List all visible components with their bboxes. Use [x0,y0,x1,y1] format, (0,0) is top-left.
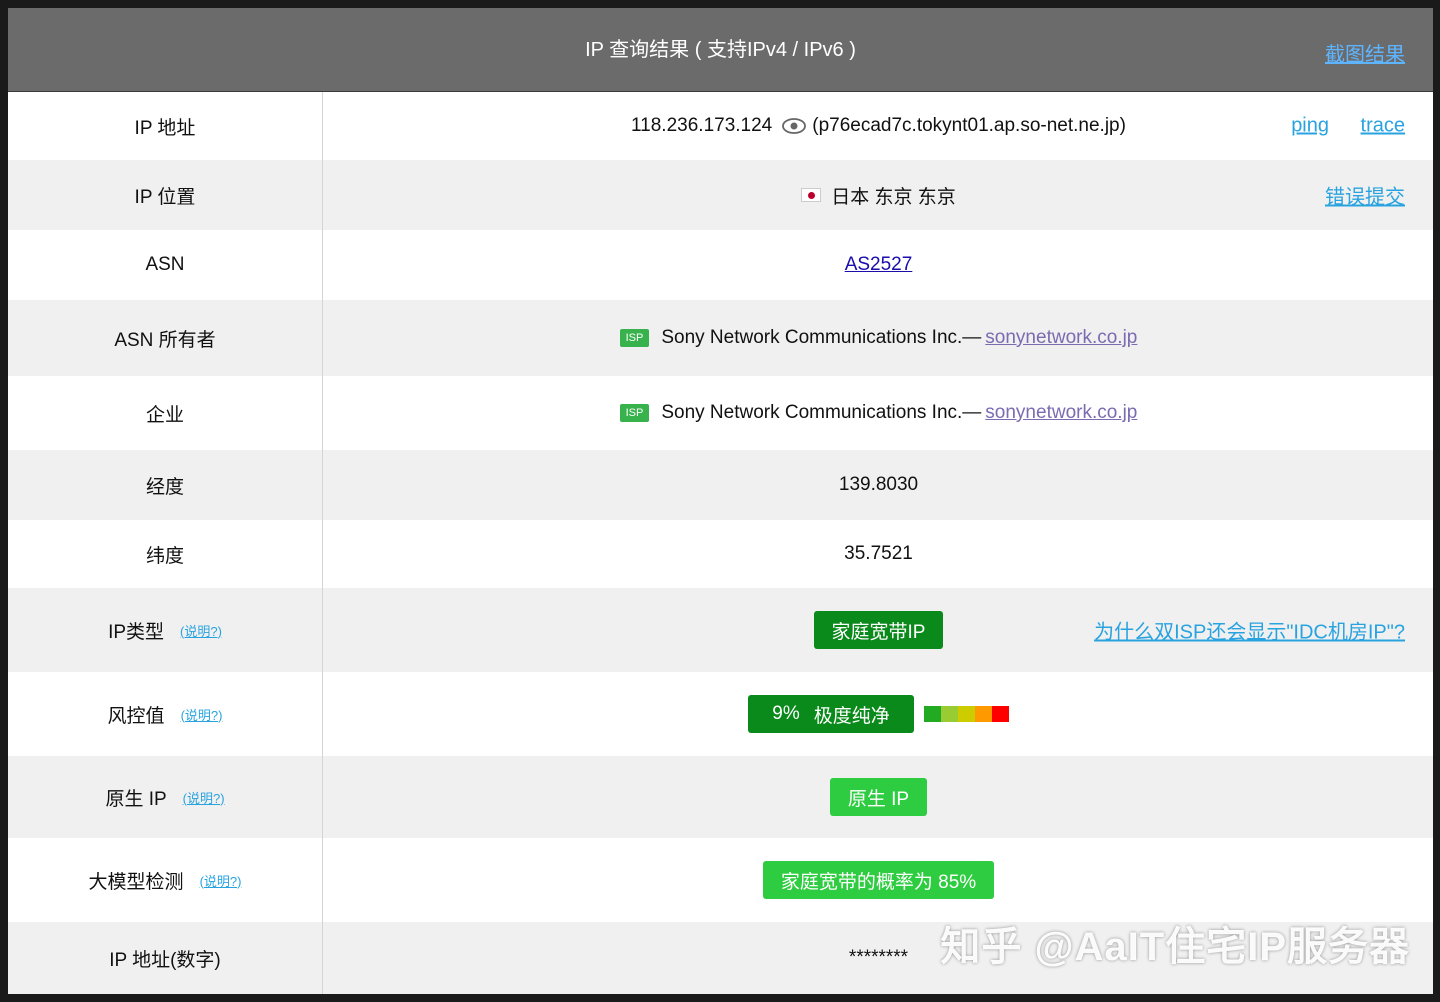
row-value-asn: AS2527 [324,230,1433,300]
row-value-company: ISP Sony Network Communications Inc.— so… [324,376,1433,450]
risk-scale-segment [924,706,941,722]
row-value-location: 日本 东京 东京 [324,160,1433,230]
risk-label: 风控值 [107,705,165,727]
company-domain-link[interactable]: sonynetwork.co.jp [985,402,1137,424]
native-explain-link[interactable]: (说明?) [183,788,225,807]
eye-icon[interactable] [782,118,807,134]
table-row-longitude: 经度 139.8030 [8,450,1433,520]
table-row-native: 原生 IP (说明?) 原生 IP [8,756,1433,838]
risk-scale-segment [975,706,992,722]
risk-percent: 9% [772,703,800,724]
risk-explain-link[interactable]: (说明?) [181,705,223,724]
ai-detect-explain-link[interactable]: (说明?) [200,871,242,890]
japan-flag-icon [801,188,822,202]
risk-level: 极度纯净 [813,705,890,727]
table-row-asn-owner: ASN 所有者 ISP Sony Network Communications … [8,300,1433,376]
row-value-ip: 118.236.173.124 (p76ecad7c.tokynt01.ap.s… [324,92,1433,160]
ip-result-panel: IP 查询结果 ( 支持IPv4 / IPv6 ) 截图结果 IP 地址 118… [8,8,1433,994]
page-title: IP 查询结果 ( 支持IPv4 / IPv6 ) [585,39,856,61]
longitude-value: 139.8030 [838,474,919,495]
latitude-value: 35.7521 [844,543,913,564]
row-value-asn-owner: ISP Sony Network Communications Inc.— so… [324,300,1433,376]
row-label-ip: IP 地址 [8,92,323,160]
isp-badge: ISP [619,404,650,422]
table-row-company: 企业 ISP Sony Network Communications Inc.—… [8,376,1433,450]
ip-type-badge: 家庭宽带IP [813,611,944,649]
risk-scale-segment [958,706,975,722]
ping-link[interactable]: ping [1291,115,1329,138]
table-row-latitude: 纬度 35.7521 [8,520,1433,588]
row-label-company: 企业 [8,376,323,450]
isp-badge: ISP [619,329,650,347]
row-label-longitude: 经度 [8,450,323,520]
row-label-asn-owner: ASN 所有者 [8,300,323,376]
table-row-location: IP 位置 日本 东京 东京 错误提交 [8,160,1433,230]
row-value-risk: 9% 极度纯净 [324,672,1433,756]
ip-type-label: IP类型 [108,621,165,643]
table-row-ai-detect: 大模型检测 (说明?) 家庭宽带的概率为 85% [8,838,1433,922]
native-ip-badge: 原生 IP [829,778,928,816]
ip-type-explain-link[interactable]: (说明?) [180,621,222,640]
row-label-native: 原生 IP (说明?) [8,756,323,838]
screenshot-link[interactable]: 截图结果 [1325,38,1405,67]
table-row-ip: IP 地址 118.236.173.124 (p76ecad7c.tokynt0… [8,92,1433,160]
ip-hostname: (p76ecad7c.tokynt01.ap.so-net.ne.jp) [812,115,1126,136]
row-label-location: IP 位置 [8,160,323,230]
row-value-native: 原生 IP [324,756,1433,838]
risk-scale-segment [941,706,958,722]
company-name: Sony Network Communications Inc.— [661,402,982,423]
ai-detect-badge: 家庭宽带的概率为 85% [762,861,995,899]
header-bar: IP 查询结果 ( 支持IPv4 / IPv6 ) 截图结果 [8,8,1433,92]
row-label-latitude: 纬度 [8,520,323,588]
table-row-asn: ASN AS2527 [8,230,1433,300]
location-text: 日本 东京 东京 [831,186,956,208]
zhihu-watermark: 知乎 @AaIT住宅IP服务器 [940,925,1410,969]
row-value-ai-detect: 家庭宽带的概率为 85% [324,838,1433,922]
row-label-ip-type: IP类型 (说明?) [8,588,323,672]
table-row-risk: 风控值 (说明?) 9% 极度纯净 [8,672,1433,756]
dual-isp-faq-link[interactable]: 为什么双ISP还会显示"IDC机房IP"? [1094,616,1405,645]
asn-owner-domain-link[interactable]: sonynetwork.co.jp [985,327,1137,349]
risk-score-badge: 9% 极度纯净 [748,695,914,733]
ai-detect-label: 大模型检测 [88,871,184,893]
row-label-asn: ASN [8,230,323,300]
asn-link[interactable]: AS2527 [845,254,913,276]
row-label-ai-detect: 大模型检测 (说明?) [8,838,323,922]
table-row-ip-type: IP类型 (说明?) 家庭宽带IP 为什么双ISP还会显示"IDC机房IP"? [8,588,1433,672]
report-error-link[interactable]: 错误提交 [1325,181,1405,210]
row-label-ip-numeric: IP 地址(数字) [8,922,323,994]
asn-owner-name: Sony Network Communications Inc.— [661,327,982,348]
native-label: 原生 IP [105,788,167,810]
risk-scale-bar [924,706,1009,722]
row-label-risk: 风控值 (说明?) [8,672,323,756]
ip-address: 118.236.173.124 [631,115,773,136]
trace-link[interactable]: trace [1361,115,1405,138]
risk-scale-segment [992,706,1009,722]
